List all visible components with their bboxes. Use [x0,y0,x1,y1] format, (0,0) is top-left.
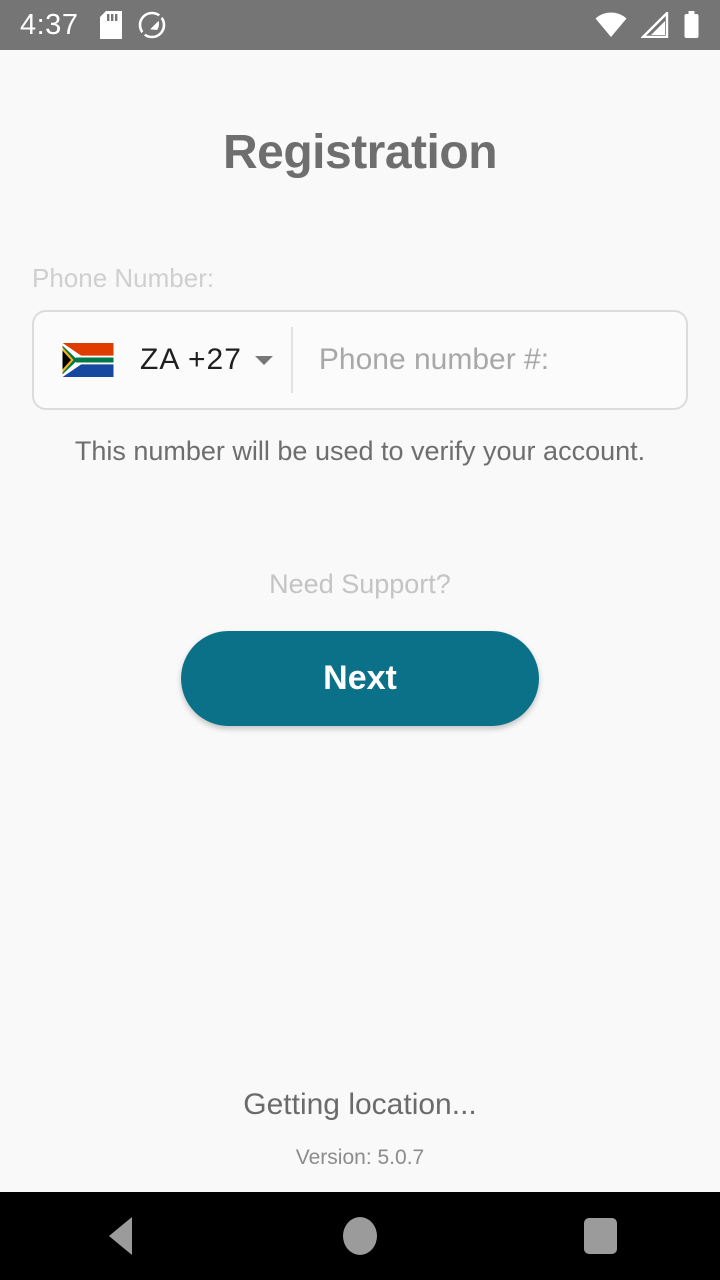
page-title: Registration [222,126,498,179]
android-navigation-bar [0,1192,720,1280]
location-status-text: Getting location... [243,1088,477,1121]
chevron-down-icon[interactable] [254,355,273,365]
home-circle-icon [343,1217,377,1255]
status-bar-left-icons [100,11,166,39]
sd-card-icon [100,11,123,39]
battery-icon [683,11,700,39]
nav-home-button[interactable] [300,1192,420,1280]
status-bar: 4:37 [0,0,720,50]
phone-input-container: ZA +27 [32,310,705,410]
next-button[interactable]: Next [181,631,539,726]
nav-back-button[interactable] [60,1192,180,1280]
recents-square-icon [583,1218,617,1254]
country-code-label: ZA +27 [140,343,242,376]
phone-number-input[interactable] [292,312,705,408]
country-code-selector[interactable]: ZA +27 [34,312,291,408]
registration-screen: 4:37 Registration Phone Number: ZA +27 P… [0,0,720,1280]
nav-recents-button[interactable] [540,1192,660,1280]
do-not-disturb-icon [138,11,166,39]
back-triangle-icon [108,1217,132,1255]
south-africa-flag-icon [62,343,114,377]
verify-helper-text: This number will be used to verify your … [74,436,646,466]
phone-number-label: Phone Number: [32,263,215,293]
wifi-icon [595,12,627,38]
status-bar-right-icons [595,11,700,39]
version-text: Version: 5.0.7 [295,1146,425,1169]
status-bar-clock: 4:37 [20,8,79,41]
need-support-link[interactable]: Need Support? [0,569,720,600]
cellular-signal-icon [641,12,669,38]
